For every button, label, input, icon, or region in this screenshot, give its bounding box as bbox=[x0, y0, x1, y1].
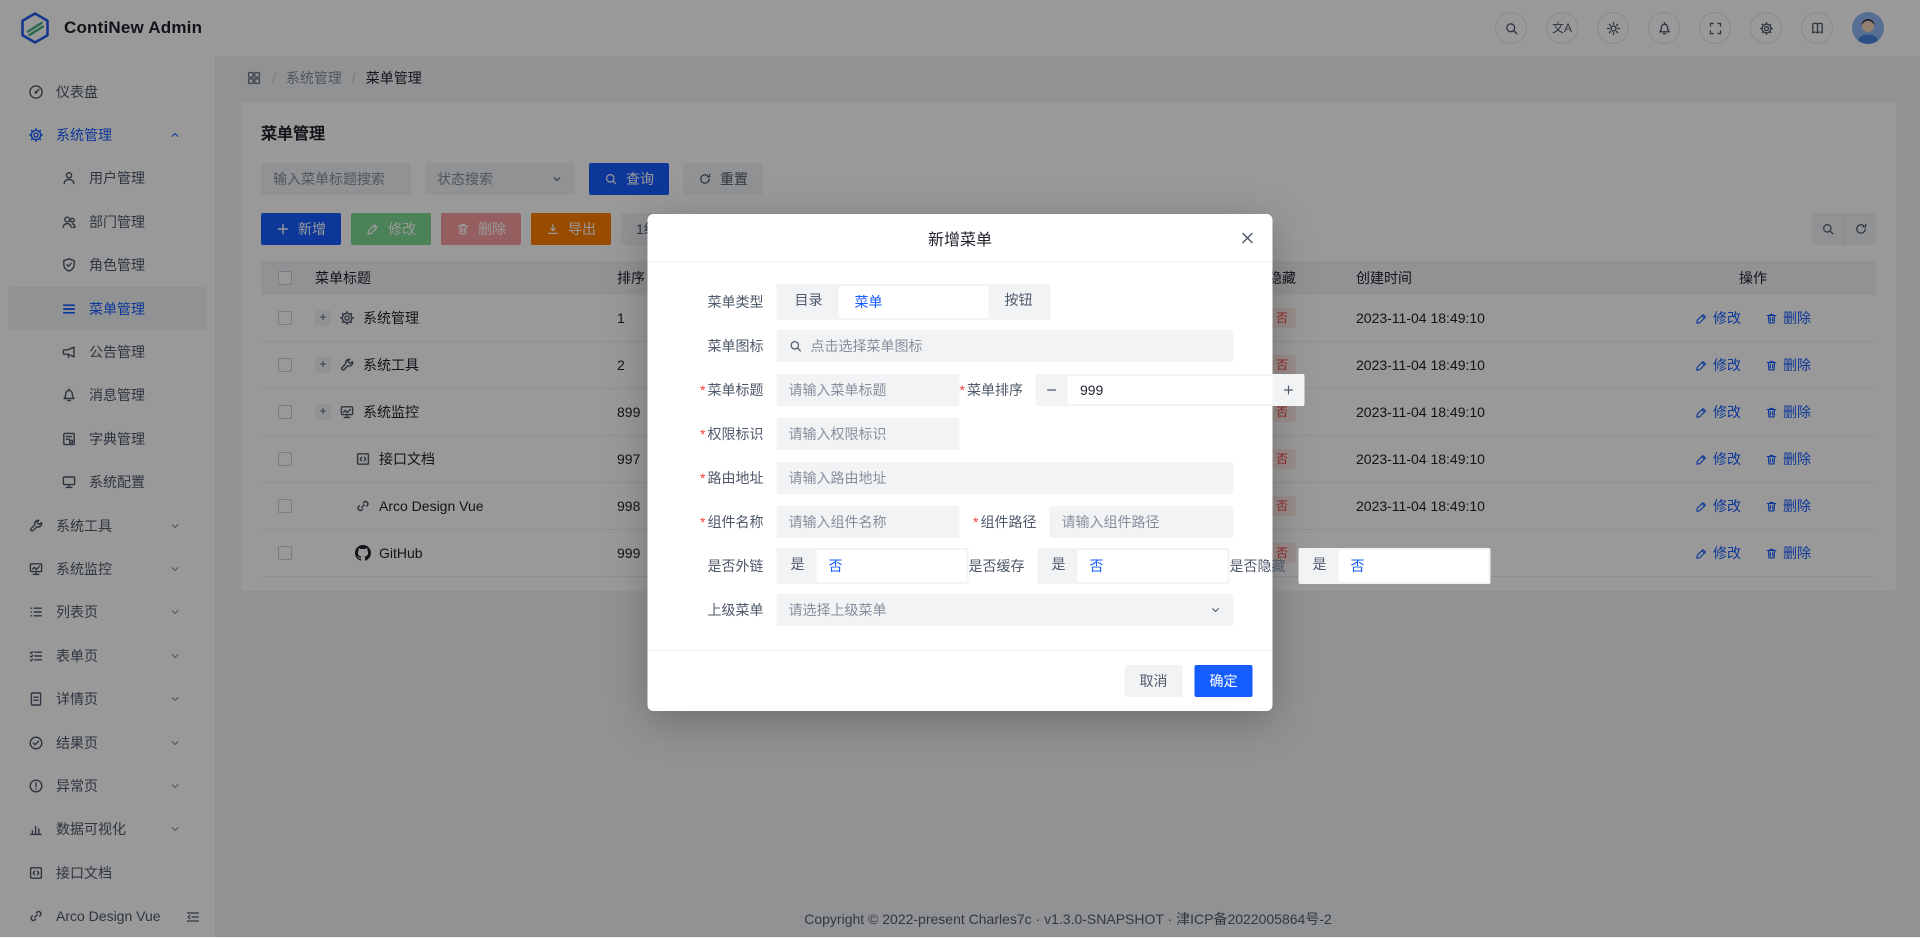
stepper-minus-button[interactable] bbox=[1036, 374, 1068, 406]
parent-menu-placeholder: 请选择上级菜单 bbox=[789, 600, 887, 620]
menu-icon-placeholder: 点击选择菜单图标 bbox=[811, 336, 923, 356]
field-permission: 权限标识 bbox=[678, 418, 1234, 450]
field-label: 是否缓存 bbox=[969, 556, 1025, 576]
field-menu-title-and-sort: 菜单标题 菜单排序 bbox=[678, 374, 1234, 406]
menu-title-input[interactable] bbox=[777, 374, 960, 406]
parent-menu-select[interactable]: 请选择上级菜单 bbox=[777, 594, 1234, 626]
field-menu-type: 菜单类型 目录菜单按钮 bbox=[678, 286, 1234, 318]
menu-sort-input[interactable] bbox=[1068, 376, 1273, 404]
toggle-segment-hidden: 是否 bbox=[1299, 548, 1491, 584]
close-icon[interactable] bbox=[1240, 230, 1256, 246]
field-toggles: 是否外链 是否是否缓存是否是否隐藏是否 bbox=[678, 550, 1234, 582]
menu-type-option[interactable]: 菜单 bbox=[839, 286, 989, 318]
field-label: 组件路径 bbox=[960, 512, 1037, 532]
field-label: 权限标识 bbox=[678, 424, 764, 444]
menu-icon-picker[interactable]: 点击选择菜单图标 bbox=[777, 330, 1234, 362]
component-name-input[interactable] bbox=[777, 506, 960, 538]
toggle-group-hidden: 是否隐藏是否 bbox=[1230, 548, 1491, 584]
field-label: 菜单图标 bbox=[678, 336, 764, 356]
ok-button[interactable]: 确定 bbox=[1195, 665, 1253, 697]
field-label: 路由地址 bbox=[678, 468, 764, 488]
toggle-option[interactable]: 否 bbox=[817, 550, 967, 582]
field-parent-menu: 上级菜单 请选择上级菜单 bbox=[678, 594, 1234, 626]
field-label: 上级菜单 bbox=[678, 600, 764, 620]
stepper-plus-button[interactable] bbox=[1273, 374, 1305, 406]
modal-footer: 取消 确定 bbox=[648, 650, 1273, 711]
add-menu-modal: 新增菜单 菜单类型 目录菜单按钮 菜单图标 点击选择菜单图标 菜单标题 菜单排序 bbox=[648, 214, 1273, 711]
search-icon bbox=[789, 339, 803, 353]
field-component: 组件名称 组件路径 bbox=[678, 506, 1234, 538]
toggle-group-external-link: 是否 bbox=[777, 548, 969, 584]
field-label: 组件名称 bbox=[678, 512, 764, 532]
field-route: 路由地址 bbox=[678, 462, 1234, 494]
field-label: 菜单类型 bbox=[678, 292, 764, 312]
toggle-group-cache: 是否缓存是否 bbox=[969, 548, 1230, 584]
toggle-option[interactable]: 是 bbox=[1301, 550, 1339, 582]
field-menu-icon: 菜单图标 点击选择菜单图标 bbox=[678, 330, 1234, 362]
field-label: 菜单标题 bbox=[678, 380, 764, 400]
route-input[interactable] bbox=[777, 462, 1234, 494]
menu-sort-stepper bbox=[1036, 374, 1305, 406]
toggle-segment-external-link: 是否 bbox=[777, 548, 969, 584]
field-label: 菜单排序 bbox=[960, 380, 1023, 400]
toggle-option[interactable]: 是 bbox=[779, 550, 817, 582]
minus-icon bbox=[1046, 384, 1058, 396]
field-label: 是否隐藏 bbox=[1230, 556, 1286, 576]
menu-type-option[interactable]: 按钮 bbox=[989, 286, 1049, 318]
plus-icon bbox=[1283, 384, 1295, 396]
toggle-option[interactable]: 否 bbox=[1078, 550, 1228, 582]
modal-header: 新增菜单 bbox=[648, 214, 1273, 262]
toggle-option[interactable]: 是 bbox=[1040, 550, 1078, 582]
cancel-button[interactable]: 取消 bbox=[1125, 665, 1183, 697]
chevron-down-icon bbox=[1210, 604, 1222, 616]
field-label: 是否外链 bbox=[678, 556, 764, 576]
menu-type-option[interactable]: 目录 bbox=[779, 286, 839, 318]
permission-input[interactable] bbox=[777, 418, 960, 450]
component-path-input[interactable] bbox=[1050, 506, 1234, 538]
modal-title: 新增菜单 bbox=[928, 226, 992, 250]
toggle-segment-cache: 是否 bbox=[1038, 548, 1230, 584]
menu-type-segment: 目录菜单按钮 bbox=[777, 284, 1051, 320]
modal-body: 菜单类型 目录菜单按钮 菜单图标 点击选择菜单图标 菜单标题 菜单排序 bbox=[648, 262, 1273, 650]
toggle-option[interactable]: 否 bbox=[1339, 550, 1489, 582]
